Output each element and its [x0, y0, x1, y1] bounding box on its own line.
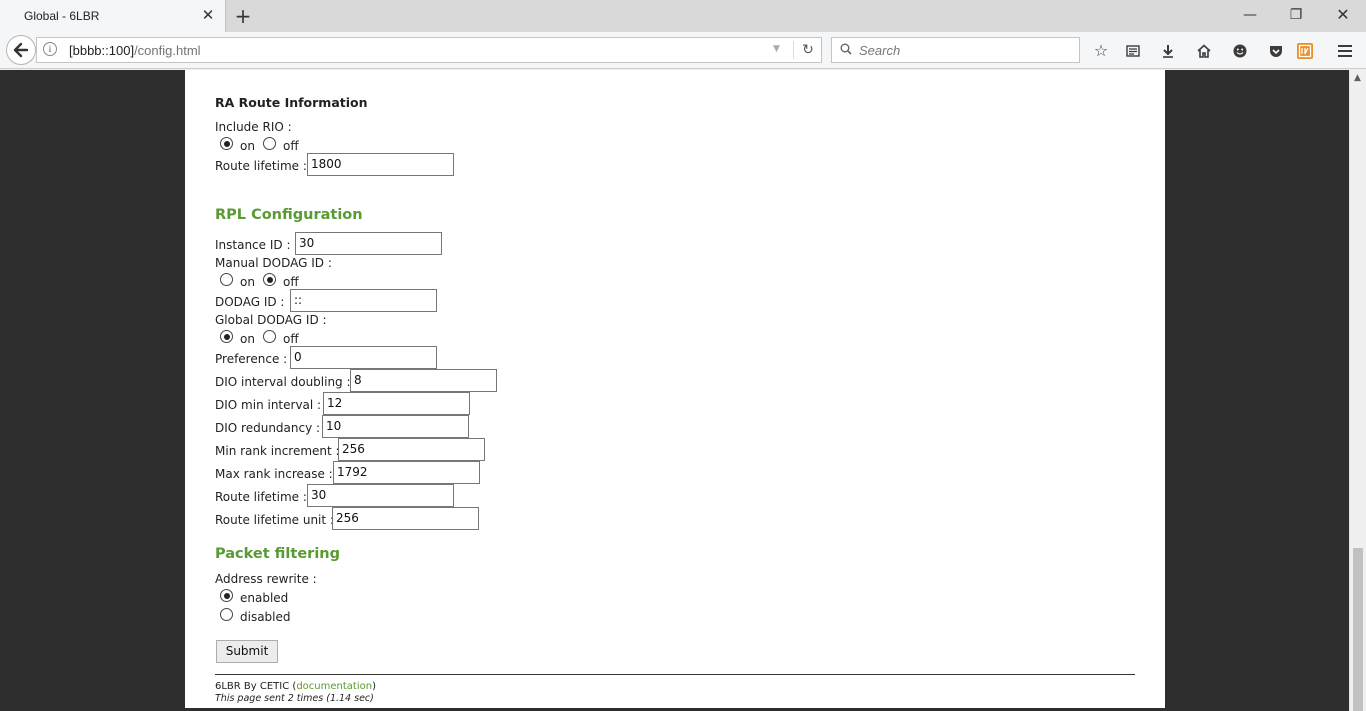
nav-bar: i [bbbb::100]/config.html ▼ ↻ Search ☆ — [0, 32, 1366, 69]
dio-doubling-input[interactable]: 8 — [350, 369, 497, 392]
restore-icon[interactable]: ❐ — [1281, 4, 1311, 26]
site-info-icon[interactable]: i — [43, 42, 57, 56]
extension-icon[interactable] — [1294, 40, 1316, 62]
include-rio-off-label: off — [283, 139, 299, 153]
reload-icon[interactable]: ↻ — [797, 40, 819, 60]
tab-title: Global - 6LBR — [24, 9, 100, 23]
max-rank-label: Max rank increase : — [215, 467, 333, 481]
manual-dodag-off-radio[interactable] — [263, 273, 276, 286]
global-dodag-off-label: off — [283, 332, 299, 346]
dio-min-label: DIO min interval : — [215, 398, 322, 412]
back-button[interactable] — [6, 35, 36, 65]
dodag-id-label: DODAG ID : — [215, 295, 285, 309]
manual-dodag-off-label: off — [283, 275, 299, 289]
download-icon[interactable] — [1157, 40, 1179, 62]
new-tab-icon[interactable]: + — [233, 5, 253, 27]
search-placeholder: Search — [859, 43, 901, 58]
address-rewrite-disabled-radio[interactable] — [220, 608, 233, 621]
rpl-config-heading: RPL Configuration — [215, 207, 363, 223]
close-tab-icon[interactable]: ✕ — [200, 7, 216, 23]
address-rewrite-enabled-label: enabled — [240, 591, 289, 605]
min-rank-input[interactable]: 256 — [338, 438, 485, 461]
tab-global-6lbr[interactable]: Global - 6LBR ✕ — [0, 0, 226, 32]
include-rio-off-radio[interactable] — [263, 137, 276, 150]
address-rewrite-label: Address rewrite : — [215, 572, 317, 586]
include-rio-label: Include RIO : — [215, 120, 292, 134]
tab-bar: Global - 6LBR ✕ + — ❐ ✕ — [0, 0, 1366, 32]
route-lifetime-unit-label: Route lifetime unit : — [215, 513, 334, 527]
footer-brand: 6LBR By CETIC (documentation) — [215, 681, 376, 692]
scroll-up-icon[interactable]: ▲ — [1354, 73, 1361, 83]
url-bar[interactable]: i [bbbb::100]/config.html ▼ ↻ — [36, 37, 822, 63]
url-text[interactable]: [bbbb::100]/config.html — [69, 43, 201, 58]
smiley-icon[interactable] — [1229, 40, 1251, 62]
packet-filtering-heading: Packet filtering — [215, 546, 340, 562]
global-dodag-label: Global DODAG ID : — [215, 313, 327, 327]
manual-dodag-on-label: on — [240, 275, 255, 289]
global-dodag-on-label: on — [240, 332, 255, 346]
dio-min-input[interactable]: 12 — [323, 392, 470, 415]
ra-route-lifetime-label: Route lifetime : — [215, 159, 307, 173]
scroll-thumb[interactable] — [1353, 548, 1363, 711]
url-dropdown-icon[interactable]: ▼ — [773, 44, 780, 54]
footer-brand-text: 6LBR By CETIC ( — [215, 681, 297, 692]
search-bar[interactable]: Search — [831, 37, 1080, 63]
url-separator — [793, 41, 794, 59]
manual-dodag-label: Manual DODAG ID : — [215, 256, 332, 270]
page-viewport: RA Route Information Include RIO : on of… — [0, 70, 1349, 711]
config-form: RA Route Information Include RIO : on of… — [185, 70, 1165, 708]
global-dodag-off-radio[interactable] — [263, 330, 276, 343]
rpl-route-lifetime-label: Route lifetime : — [215, 490, 307, 504]
route-lifetime-unit-input[interactable]: 256 — [332, 507, 479, 530]
dodag-id-input[interactable]: :: — [290, 289, 437, 312]
global-dodag-on-radio[interactable] — [220, 330, 233, 343]
back-arrow-icon — [13, 42, 29, 58]
instance-id-label: Instance ID : — [215, 238, 291, 252]
home-icon[interactable] — [1193, 40, 1215, 62]
manual-dodag-on-radio[interactable] — [220, 273, 233, 286]
dio-redundancy-label: DIO redundancy : — [215, 421, 321, 435]
minimize-icon[interactable]: — — [1235, 4, 1265, 26]
preference-input[interactable]: 0 — [290, 346, 437, 369]
dio-redundancy-input[interactable]: 10 — [322, 415, 469, 438]
include-rio-on-label: on — [240, 139, 255, 153]
ra-route-heading: RA Route Information — [215, 95, 368, 110]
documentation-link[interactable]: documentation — [296, 681, 372, 692]
include-rio-on-radio[interactable] — [220, 137, 233, 150]
instance-id-input[interactable]: 30 — [295, 232, 442, 255]
menu-icon[interactable] — [1334, 40, 1356, 62]
preference-label: Preference : — [215, 352, 288, 366]
reading-list-icon[interactable] — [1122, 40, 1144, 62]
footer-divider — [215, 674, 1135, 675]
rpl-route-lifetime-input[interactable]: 30 — [307, 484, 454, 507]
search-icon — [840, 43, 852, 55]
bookmark-star-icon[interactable]: ☆ — [1090, 40, 1112, 62]
pocket-icon[interactable] — [1265, 40, 1287, 62]
footer-stats: This page sent 2 times (1.14 sec) — [215, 693, 374, 704]
dio-doubling-label: DIO interval doubling : — [215, 375, 351, 389]
url-path: /config.html — [134, 43, 201, 58]
address-rewrite-enabled-radio[interactable] — [220, 589, 233, 602]
max-rank-input[interactable]: 1792 — [333, 461, 480, 484]
vertical-scrollbar[interactable]: ▲ — [1349, 70, 1366, 711]
close-window-icon[interactable]: ✕ — [1328, 4, 1358, 26]
ra-route-lifetime-input[interactable]: 1800 — [307, 153, 454, 176]
url-host: [bbbb::100] — [69, 43, 135, 58]
address-rewrite-disabled-label: disabled — [240, 610, 291, 624]
min-rank-label: Min rank increment : — [215, 444, 340, 458]
submit-button[interactable]: Submit — [216, 640, 278, 663]
footer-close-paren: ) — [372, 681, 376, 692]
